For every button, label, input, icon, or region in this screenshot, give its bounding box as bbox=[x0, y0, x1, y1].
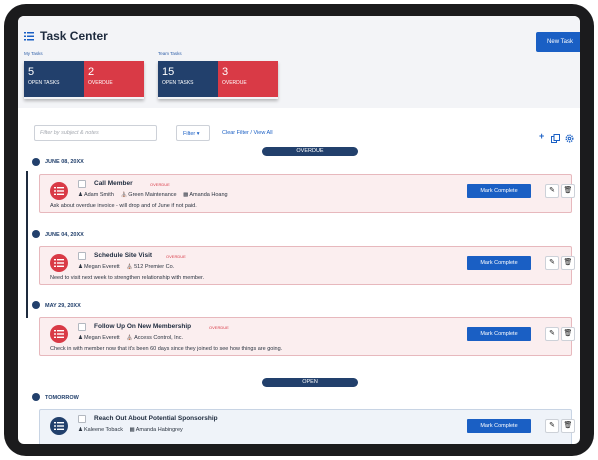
task-title: Follow Up On New Membership bbox=[94, 323, 192, 330]
new-task-button[interactable]: New Task bbox=[536, 32, 580, 52]
task-note: Ask about overdue invoice - will drop an… bbox=[50, 203, 197, 209]
task-meta: ♟Kaleene Toback ▩Amanda Habingrey bbox=[78, 427, 183, 433]
building-icon: ⛪ bbox=[126, 335, 134, 341]
group-date: MAY 29, 20XX bbox=[45, 303, 81, 309]
page-title: Task Center bbox=[40, 29, 108, 43]
timeline-dot bbox=[32, 230, 40, 238]
person-icon: ♟ bbox=[78, 335, 83, 341]
group-date: JUNE 04, 20XX bbox=[45, 232, 84, 238]
my-open-tasks[interactable]: 5 OPEN TASKS bbox=[24, 61, 84, 97]
group-date: TOMORROW bbox=[45, 395, 79, 401]
timeline-line bbox=[26, 171, 28, 318]
company: 512 Premier Co. bbox=[134, 264, 175, 270]
mark-complete-button[interactable]: Mark Complete bbox=[467, 184, 531, 198]
clear-filter-link[interactable]: Clear Filter / View All bbox=[222, 130, 273, 136]
my-tasks-summary[interactable]: 5 OPEN TASKS 2 OVERDUE bbox=[24, 61, 144, 99]
team-open-tasks[interactable]: 15 OPEN TASKS bbox=[158, 61, 218, 97]
contact: Amanda Habingrey bbox=[135, 427, 183, 433]
overdue-label: OVERDUE bbox=[166, 254, 186, 259]
delete-trash-icon[interactable]: 🗑 bbox=[561, 184, 575, 198]
delete-trash-icon[interactable]: 🗑 bbox=[561, 419, 575, 433]
menu-icon[interactable] bbox=[24, 32, 34, 41]
app-screen: Task Center New Task My Tasks 5 OPEN TAS… bbox=[18, 16, 580, 444]
timeline-dot bbox=[32, 393, 40, 401]
my-overdue-count: 2 bbox=[88, 66, 95, 78]
mark-complete-button[interactable]: Mark Complete bbox=[467, 327, 531, 341]
timeline-dot bbox=[32, 301, 40, 309]
task-checkbox[interactable] bbox=[78, 323, 86, 331]
copy-icon[interactable] bbox=[551, 134, 560, 143]
team-open-count: 15 bbox=[162, 66, 175, 78]
overdue-section-header: OVERDUE bbox=[262, 147, 358, 156]
header: Task Center New Task My Tasks 5 OPEN TAS… bbox=[18, 16, 580, 108]
my-open-count: 5 bbox=[28, 66, 35, 78]
person-icon: ♟ bbox=[78, 192, 83, 198]
team-overdue-tasks[interactable]: 3 OVERDUE bbox=[218, 61, 278, 97]
group-date: JUNE 08, 20XX bbox=[45, 159, 84, 165]
delete-trash-icon[interactable]: 🗑 bbox=[561, 327, 575, 341]
task-title: Call Member bbox=[94, 180, 133, 187]
building-icon: ⛪ bbox=[120, 192, 128, 198]
mark-complete-button[interactable]: Mark Complete bbox=[467, 256, 531, 270]
team-open-label: OPEN TASKS bbox=[162, 80, 194, 86]
task-list-icon bbox=[50, 182, 68, 200]
building-icon: ⛪ bbox=[126, 264, 134, 270]
person-icon: ♟ bbox=[78, 427, 83, 433]
edit-pencil-icon[interactable]: ✎ bbox=[545, 327, 559, 341]
assignee: Megan Everett bbox=[83, 335, 120, 341]
delete-trash-icon[interactable]: 🗑 bbox=[561, 256, 575, 270]
my-open-label: OPEN TASKS bbox=[28, 80, 60, 86]
task-checkbox[interactable] bbox=[78, 252, 86, 260]
task-meta: ♟Adam Smith ⛪Green Maintenance ▩Amanda H… bbox=[78, 192, 228, 198]
edit-pencil-icon[interactable]: ✎ bbox=[545, 419, 559, 433]
assignee: Adam Smith bbox=[83, 192, 114, 198]
edit-pencil-icon[interactable]: ✎ bbox=[545, 184, 559, 198]
my-tasks-label: My Tasks bbox=[24, 51, 43, 56]
contact-card-icon: ▩ bbox=[129, 427, 135, 433]
task-card: Call Member OVERDUE ♟Adam Smith ⛪Green M… bbox=[39, 174, 575, 213]
task-card: Schedule Site Visit OVERDUE ♟Megan Evere… bbox=[39, 246, 575, 285]
add-icon[interactable]: + bbox=[539, 131, 544, 141]
team-overdue-label: OVERDUE bbox=[222, 80, 247, 86]
task-note: Check in with member now that it's been … bbox=[50, 346, 283, 352]
filter-search-input[interactable]: Filter by subject & notes bbox=[34, 125, 157, 141]
mark-complete-button[interactable]: Mark Complete bbox=[467, 419, 531, 433]
my-overdue-label: OVERDUE bbox=[88, 80, 113, 86]
task-meta: ♟Megan Everett ⛪Access Control, Inc. bbox=[78, 335, 183, 341]
team-overdue-count: 3 bbox=[222, 66, 229, 78]
person-icon: ♟ bbox=[78, 264, 83, 270]
company: Green Maintenance bbox=[128, 192, 177, 198]
my-overdue-tasks[interactable]: 2 OVERDUE bbox=[84, 61, 144, 97]
overdue-label: OVERDUE bbox=[209, 325, 229, 330]
task-title: Reach Out About Potential Sponsorship bbox=[94, 415, 218, 422]
contact-card-icon: ▩ bbox=[183, 192, 189, 198]
team-tasks-label: Team Tasks bbox=[158, 51, 182, 56]
task-card: Reach Out About Potential Sponsorship ♟K… bbox=[39, 409, 575, 444]
task-title: Schedule Site Visit bbox=[94, 252, 153, 259]
task-checkbox[interactable] bbox=[78, 180, 86, 188]
task-card: Follow Up On New Membership OVERDUE ♟Meg… bbox=[39, 317, 575, 356]
task-list-icon bbox=[50, 325, 68, 343]
task-note: Need to visit next week to strengthen re… bbox=[50, 275, 205, 281]
assignee: Megan Everett bbox=[83, 264, 120, 270]
timeline-dot bbox=[32, 158, 40, 166]
assignee: Kaleene Toback bbox=[83, 427, 123, 433]
edit-pencil-icon[interactable]: ✎ bbox=[545, 256, 559, 270]
company: Access Control, Inc. bbox=[134, 335, 184, 341]
settings-gear-icon[interactable] bbox=[565, 134, 574, 143]
filter-dropdown-button[interactable]: Filter ▾ bbox=[176, 125, 210, 141]
task-meta: ♟Megan Everett ⛪512 Premier Co. bbox=[78, 264, 174, 270]
open-section-header: OPEN bbox=[262, 378, 358, 387]
contact: Amanda Hoang bbox=[189, 192, 228, 198]
task-list-icon bbox=[50, 254, 68, 272]
device-frame: Task Center New Task My Tasks 5 OPEN TAS… bbox=[4, 4, 594, 456]
task-checkbox[interactable] bbox=[78, 415, 86, 423]
task-list-icon bbox=[50, 417, 68, 435]
team-tasks-summary[interactable]: 15 OPEN TASKS 3 OVERDUE bbox=[158, 61, 278, 99]
overdue-label: OVERDUE bbox=[150, 182, 170, 187]
